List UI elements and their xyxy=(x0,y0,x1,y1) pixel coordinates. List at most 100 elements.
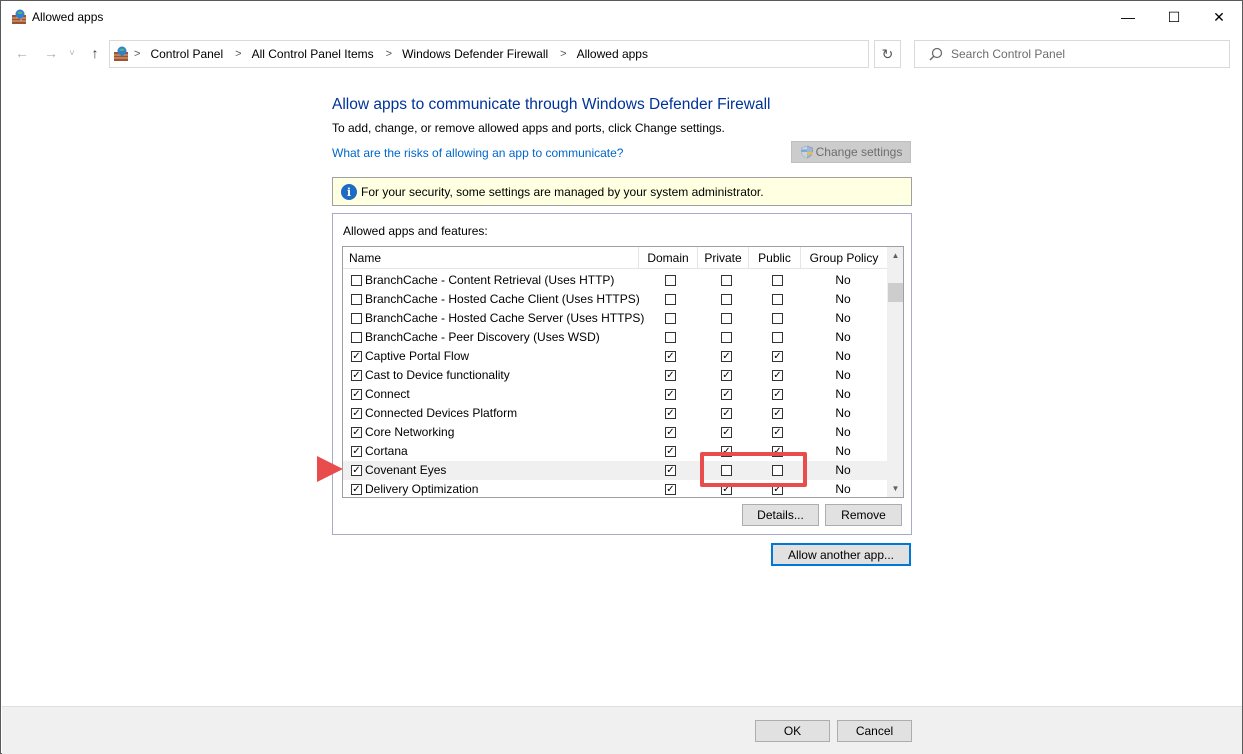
up-button[interactable]: ↑ xyxy=(85,43,105,63)
forward-button[interactable]: → xyxy=(41,43,61,63)
public-checkbox[interactable]: ✓ xyxy=(772,427,783,438)
breadcrumb-control-panel[interactable]: Control Panel xyxy=(150,47,223,61)
uac-shield-icon xyxy=(800,145,813,159)
private-checkbox[interactable]: ✓ xyxy=(721,389,732,400)
refresh-icon: ↻ xyxy=(881,45,894,62)
private-checkbox[interactable]: ✓ xyxy=(721,351,732,362)
private-checkbox[interactable] xyxy=(721,332,732,343)
domain-checkbox[interactable]: ✓ xyxy=(665,370,676,381)
domain-checkbox[interactable]: ✓ xyxy=(665,465,676,476)
column-header-name[interactable]: Name xyxy=(343,247,639,269)
breadcrumb-separator[interactable]: > xyxy=(134,48,140,60)
dialog-footer: OK Cancel xyxy=(2,706,1242,754)
forward-arrow-icon: → xyxy=(44,45,58,61)
private-checkbox[interactable] xyxy=(721,275,732,286)
table-row[interactable]: BranchCache - Peer Discovery (Uses WSD) N… xyxy=(343,328,887,347)
public-checkbox[interactable] xyxy=(772,332,783,343)
details-button[interactable]: Details... xyxy=(742,504,819,526)
enabled-checkbox[interactable] xyxy=(351,275,362,286)
private-checkbox[interactable] xyxy=(721,313,732,324)
domain-checkbox[interactable]: ✓ xyxy=(665,484,676,495)
public-checkbox[interactable]: ✓ xyxy=(772,408,783,419)
domain-checkbox[interactable]: ✓ xyxy=(665,446,676,457)
domain-checkbox[interactable] xyxy=(665,313,676,324)
private-checkbox[interactable]: ✓ xyxy=(721,408,732,419)
enabled-checkbox[interactable]: ✓ xyxy=(351,465,362,476)
breadcrumb-separator[interactable]: > xyxy=(560,48,566,60)
control-panel-icon xyxy=(114,46,128,61)
column-header-domain[interactable]: Domain xyxy=(639,247,698,269)
breadcrumb-allowed-apps[interactable]: Allowed apps xyxy=(577,47,648,61)
table-row[interactable]: ✓ ✓ ✓ ✓ Cast to Device functionality No xyxy=(343,366,887,385)
scroll-down-button[interactable]: ▼ xyxy=(887,480,903,497)
private-checkbox[interactable] xyxy=(721,294,732,305)
group-policy-value: No xyxy=(835,368,851,382)
enabled-checkbox[interactable]: ✓ xyxy=(351,370,362,381)
enabled-checkbox[interactable]: ✓ xyxy=(351,446,362,457)
enabled-checkbox[interactable] xyxy=(351,313,362,324)
column-header-private[interactable]: Private xyxy=(698,247,749,269)
domain-checkbox[interactable] xyxy=(665,275,676,286)
private-checkbox[interactable]: ✓ xyxy=(721,370,732,381)
breadcrumb-separator[interactable]: > xyxy=(386,48,392,60)
address-bar[interactable]: > Control Panel > All Control Panel Item… xyxy=(109,40,969,68)
close-button[interactable]: ✕ xyxy=(1196,1,1242,33)
minimize-button[interactable]: — xyxy=(1105,1,1151,33)
scroll-thumb[interactable] xyxy=(888,283,903,302)
breadcrumb-firewall[interactable]: Windows Defender Firewall xyxy=(402,47,548,61)
domain-checkbox[interactable]: ✓ xyxy=(665,427,676,438)
table-row[interactable]: BranchCache - Hosted Cache Server (Uses … xyxy=(343,309,887,328)
public-checkbox[interactable] xyxy=(772,313,783,324)
scroll-up-button[interactable]: ▲ xyxy=(887,247,903,264)
group-label: Allowed apps and features: xyxy=(343,224,488,238)
search-box[interactable] xyxy=(914,40,1230,68)
enabled-checkbox[interactable]: ✓ xyxy=(351,389,362,400)
remove-button[interactable]: Remove xyxy=(825,504,902,526)
breadcrumb-all-items[interactable]: All Control Panel Items xyxy=(252,47,374,61)
domain-checkbox[interactable] xyxy=(665,332,676,343)
table-row[interactable]: ✓ ✓ ✓ ✓ Connected Devices Platform No xyxy=(343,404,887,423)
domain-checkbox[interactable] xyxy=(665,294,676,305)
enabled-checkbox[interactable]: ✓ xyxy=(351,484,362,495)
breadcrumb-separator[interactable]: > xyxy=(235,48,241,60)
maximize-button[interactable]: ☐ xyxy=(1151,1,1197,33)
table-row[interactable]: ✓ ✓ ✓ ✓ Connect No xyxy=(343,385,887,404)
app-name: BranchCache - Hosted Cache Server (Uses … xyxy=(365,311,645,325)
enabled-checkbox[interactable]: ✓ xyxy=(351,408,362,419)
column-header-public[interactable]: Public xyxy=(749,247,801,269)
list-header: Name Domain Private Public Group Policy xyxy=(343,247,887,269)
public-checkbox[interactable] xyxy=(772,294,783,305)
enabled-checkbox[interactable] xyxy=(351,332,362,343)
table-row[interactable]: BranchCache - Content Retrieval (Uses HT… xyxy=(343,271,887,290)
title-bar: Allowed apps — ☐ ✕ xyxy=(1,1,1242,33)
enabled-checkbox[interactable] xyxy=(351,294,362,305)
domain-checkbox[interactable]: ✓ xyxy=(665,351,676,362)
recent-locations-button[interactable]: ˅ xyxy=(65,43,79,63)
column-header-group-policy[interactable]: Group Policy xyxy=(801,247,887,269)
list-scrollbar[interactable]: ▲ ▼ xyxy=(887,247,903,497)
allowed-apps-list[interactable]: Name Domain Private Public Group Policy … xyxy=(342,246,904,498)
public-checkbox[interactable] xyxy=(772,275,783,286)
enabled-checkbox[interactable]: ✓ xyxy=(351,351,362,362)
app-name: Captive Portal Flow xyxy=(365,349,470,363)
window-title: Allowed apps xyxy=(32,10,104,24)
allow-another-app-button[interactable]: Allow another app... xyxy=(771,543,911,566)
back-button[interactable]: ← xyxy=(12,43,32,63)
table-row[interactable]: BranchCache - Hosted Cache Client (Uses … xyxy=(343,290,887,309)
table-row[interactable]: ✓ ✓ ✓ ✓ Captive Portal Flow No xyxy=(343,347,887,366)
change-settings-button[interactable]: Change settings xyxy=(791,141,911,163)
public-checkbox[interactable]: ✓ xyxy=(772,370,783,381)
cancel-button[interactable]: Cancel xyxy=(837,720,912,742)
allowed-apps-window: Allowed apps — ☐ ✕ ← → ˅ ↑ > Control Pan… xyxy=(0,0,1243,754)
refresh-button[interactable]: ↻ xyxy=(874,40,901,68)
private-checkbox[interactable]: ✓ xyxy=(721,427,732,438)
public-checkbox[interactable]: ✓ xyxy=(772,389,783,400)
ok-button[interactable]: OK xyxy=(755,720,830,742)
enabled-checkbox[interactable]: ✓ xyxy=(351,427,362,438)
search-input[interactable] xyxy=(951,43,1221,65)
public-checkbox[interactable]: ✓ xyxy=(772,351,783,362)
domain-checkbox[interactable]: ✓ xyxy=(665,408,676,419)
risks-help-link[interactable]: What are the risks of allowing an app to… xyxy=(332,146,623,160)
domain-checkbox[interactable]: ✓ xyxy=(665,389,676,400)
table-row[interactable]: ✓ ✓ ✓ ✓ Core Networking No xyxy=(343,423,887,442)
